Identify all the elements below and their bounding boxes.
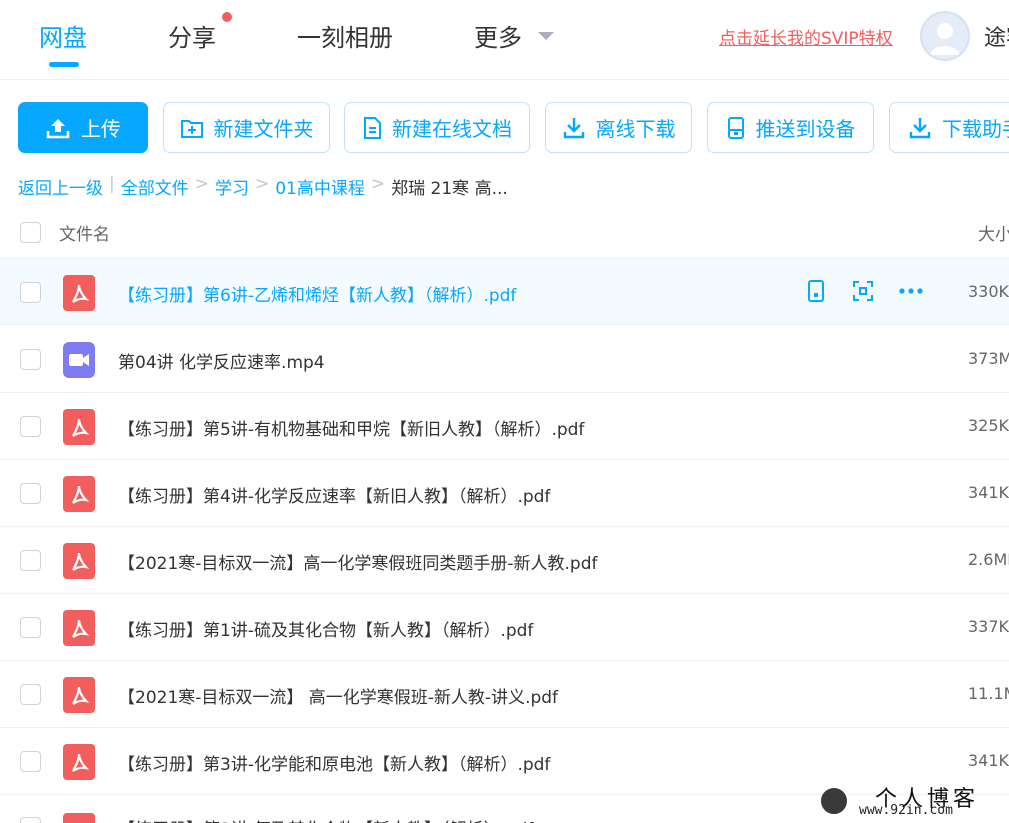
- file-size: 11.1MB: [968, 684, 1009, 703]
- breadcrumb-separator: >: [370, 174, 386, 194]
- share-qr-icon[interactable]: [851, 279, 875, 303]
- svip-extend-link[interactable]: 点击延长我的SVIP特权: [719, 24, 893, 49]
- active-tab-indicator: [49, 62, 79, 67]
- download-icon: [909, 117, 931, 138]
- top-navigation: 网盘 分享 一刻相册 更多 点击延长我的SVIP特权 途客: [0, 0, 1009, 80]
- pdf-icon: [63, 543, 95, 579]
- chevron-down-icon[interactable]: [538, 32, 554, 40]
- file-name[interactable]: 【练习册】第5讲-有机物基础和甲烷【新旧人教】（解析）.pdf: [118, 415, 584, 440]
- file-name[interactable]: 【练习册】第4讲-化学反应速率【新旧人教】（解析）.pdf: [118, 482, 550, 507]
- more-options-icon[interactable]: [898, 279, 923, 303]
- file-size: 337KB: [968, 617, 1009, 636]
- breadcrumb-item-study[interactable]: 学习: [215, 174, 249, 199]
- new-folder-button[interactable]: 新建文件夹: [163, 102, 330, 153]
- user-name[interactable]: 途客: [984, 20, 1009, 52]
- tab-netdisk[interactable]: 网盘: [39, 18, 87, 53]
- table-row[interactable]: 【练习册】第1讲-硫及其化合物【新人教】（解析）.pdf 337KB: [0, 594, 1009, 661]
- breadcrumb-item-highschool[interactable]: 01高中课程: [275, 174, 365, 199]
- file-size: 325KB: [968, 416, 1009, 435]
- breadcrumb-divider: |: [109, 174, 115, 194]
- row-checkbox[interactable]: [20, 349, 41, 370]
- download-icon: [563, 117, 584, 138]
- file-name[interactable]: 【2021寒-目标双一流】 高一化学寒假班-新人教-讲义.pdf: [118, 683, 558, 708]
- pdf-icon: [63, 813, 95, 823]
- push-to-device-icon[interactable]: [804, 279, 828, 303]
- blog-watermark: 个人博客 www.92in.com: [815, 778, 1009, 823]
- row-checkbox[interactable]: [20, 617, 41, 638]
- select-all-checkbox[interactable]: [20, 222, 41, 243]
- table-row[interactable]: 【练习册】第6讲-乙烯和烯烃【新人教】（解析）.pdf 330KB: [0, 258, 1009, 325]
- tab-moment-album[interactable]: 一刻相册: [297, 18, 393, 53]
- download-helper-label: 下载助手: [942, 117, 1009, 141]
- document-icon: [364, 116, 381, 139]
- file-name[interactable]: 【2021寒-目标双一流】高一化学寒假班同类题手册-新人教.pdf: [118, 549, 598, 574]
- file-name[interactable]: 【练习册】第2讲-氮及其化合物【新人教】（解析）.pdf: [118, 815, 533, 823]
- pdf-icon: [63, 409, 95, 445]
- offline-download-label: 离线下载: [595, 117, 676, 141]
- file-size: 330KB: [968, 282, 1009, 301]
- breadcrumb-separator: >: [194, 174, 209, 194]
- push-to-device-button[interactable]: 推送到设备: [707, 102, 874, 153]
- new-online-doc-button[interactable]: 新建在线文档: [344, 102, 530, 153]
- file-name[interactable]: 第04讲 化学反应速率.mp4: [118, 348, 325, 373]
- breadcrumb-current: 郑瑞 21寒 高...: [391, 179, 508, 199]
- download-helper-button[interactable]: 下载助手: [889, 102, 1009, 153]
- file-name[interactable]: 【练习册】第3讲-化学能和原电池【新人教】（解析）.pdf: [118, 750, 550, 775]
- pdf-icon: [63, 275, 95, 311]
- file-name[interactable]: 【练习册】第6讲-乙烯和烯烃【新人教】（解析）.pdf: [118, 281, 516, 306]
- table-row[interactable]: 【练习册】第4讲-化学反应速率【新旧人教】（解析）.pdf 341KB: [0, 460, 1009, 527]
- tab-more[interactable]: 更多: [474, 18, 522, 53]
- row-checkbox[interactable]: [20, 751, 41, 772]
- breadcrumb: 返回上一级 | 全部文件 > 学习 > 01高中课程 > 郑瑞 21寒 高...: [18, 174, 508, 199]
- new-doc-label: 新建在线文档: [392, 117, 512, 141]
- offline-download-button[interactable]: 离线下载: [545, 102, 692, 153]
- pdf-icon: [63, 677, 95, 713]
- row-checkbox[interactable]: [20, 483, 41, 504]
- table-row[interactable]: 第04讲 化学反应速率.mp4 373MB: [0, 326, 1009, 393]
- breadcrumb-separator: >: [254, 174, 270, 194]
- row-checkbox[interactable]: [20, 684, 41, 705]
- file-size: 341KB: [968, 751, 1009, 770]
- watermark-logo-icon: [819, 786, 849, 816]
- file-name[interactable]: 【练习册】第1讲-硫及其化合物【新人教】（解析）.pdf: [118, 616, 533, 641]
- table-row[interactable]: 【2021寒-目标双一流】高一化学寒假班同类题手册-新人教.pdf 2.6MB: [0, 527, 1009, 594]
- column-name[interactable]: 文件名: [59, 220, 110, 245]
- device-icon: [727, 116, 744, 139]
- row-checkbox[interactable]: [20, 416, 41, 437]
- row-checkbox[interactable]: [20, 282, 41, 303]
- table-row[interactable]: 【2021寒-目标双一流】 高一化学寒假班-新人教-讲义.pdf 11.1MB: [0, 661, 1009, 728]
- new-folder-label: 新建文件夹: [213, 117, 314, 141]
- pdf-icon: [63, 744, 95, 780]
- row-checkbox[interactable]: [20, 817, 41, 823]
- file-list-header: 文件名 大小: [0, 208, 1009, 258]
- column-size[interactable]: 大小: [978, 220, 1009, 245]
- notification-badge: [222, 12, 232, 22]
- video-icon: [63, 342, 95, 378]
- file-size: 2.6MB: [968, 550, 1009, 569]
- breadcrumb-back-link[interactable]: 返回上一级: [18, 174, 103, 199]
- row-checkbox[interactable]: [20, 550, 41, 571]
- user-avatar-icon: [930, 23, 960, 55]
- pdf-icon: [63, 476, 95, 512]
- watermark-url: www.92in.com: [859, 803, 953, 818]
- breadcrumb-item-all-files[interactable]: 全部文件: [121, 174, 189, 199]
- file-size: 373MB: [968, 349, 1009, 368]
- upload-icon: [46, 118, 70, 138]
- file-size: 341KB: [968, 483, 1009, 502]
- pdf-icon: [63, 610, 95, 646]
- tab-share[interactable]: 分享: [168, 18, 216, 53]
- row-actions: [804, 279, 923, 303]
- folder-add-icon: [180, 119, 203, 138]
- avatar[interactable]: [920, 11, 970, 61]
- table-row[interactable]: 【练习册】第5讲-有机物基础和甲烷【新旧人教】（解析）.pdf 325KB: [0, 393, 1009, 460]
- push-device-label: 推送到设备: [755, 117, 856, 141]
- upload-label: 上传: [81, 117, 121, 141]
- upload-button[interactable]: 上传: [18, 102, 148, 153]
